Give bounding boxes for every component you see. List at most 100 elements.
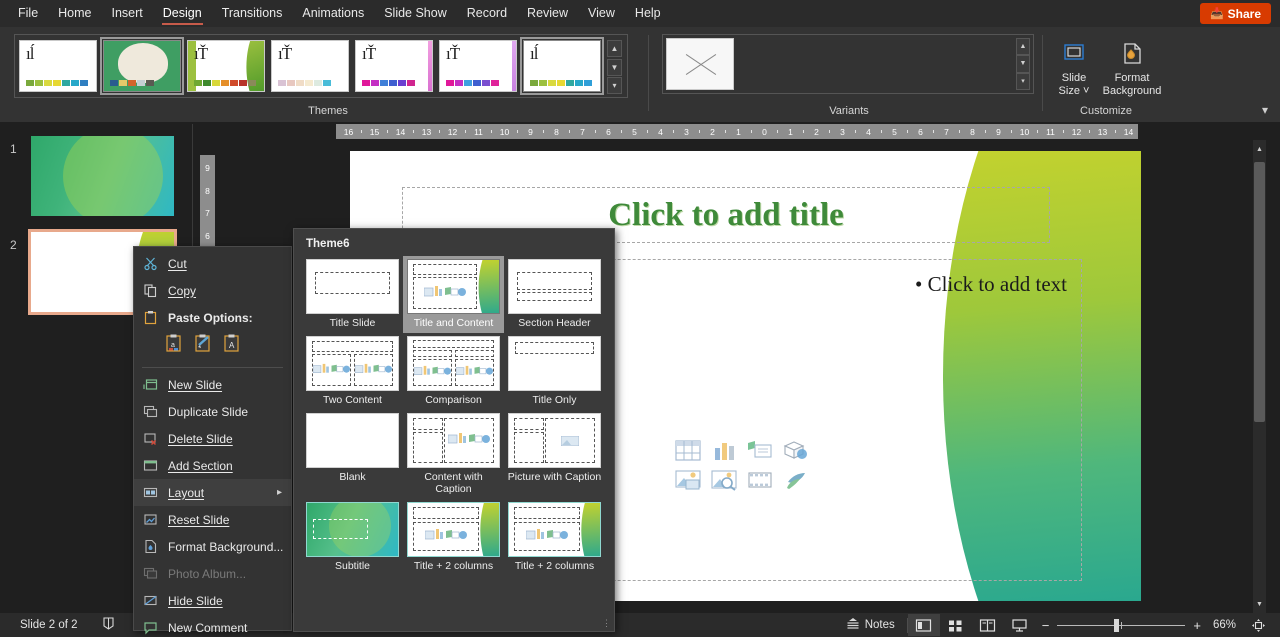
theme-thumb-0[interactable]: ıĺ	[19, 40, 97, 92]
menu-item-insert[interactable]: Insert	[102, 2, 153, 25]
accessibility-indicator[interactable]	[90, 613, 127, 637]
variants-scroll-down-icon[interactable]: ▼	[1016, 55, 1030, 72]
fit-to-window-button[interactable]	[1242, 614, 1274, 636]
smartart-icon[interactable]	[743, 436, 777, 464]
zoom-level-label[interactable]: 66%	[1207, 613, 1242, 637]
context-menu-item-add-section[interactable]: Add Section	[134, 452, 291, 479]
layout-option-subtitle[interactable]: Subtitle	[302, 499, 403, 576]
context-menu-item-new-comment[interactable]: New Comment	[134, 614, 291, 637]
table-icon[interactable]	[671, 436, 705, 464]
variants-gallery-scroll[interactable]: ▲ ▼ ▾	[1016, 38, 1030, 90]
menu-item-record[interactable]: Record	[457, 2, 517, 25]
layout-option-title-2col[interactable]: Title + 2 columns	[403, 499, 504, 576]
canvas-scroll-up-icon[interactable]: ▲	[1253, 142, 1266, 156]
menu-item-design[interactable]: Design	[153, 2, 212, 25]
context-menu-item-layout[interactable]: Layout ▸	[134, 479, 291, 506]
context-menu-item-cut[interactable]: Cut	[134, 250, 291, 277]
paste-text-only-icon[interactable]: A	[223, 333, 242, 358]
slide-size-button[interactable]: Slide Size ˅	[1048, 36, 1100, 97]
layout-option-section-header[interactable]: Section Header	[504, 256, 605, 333]
customize-group-label: Customize	[1042, 105, 1170, 117]
layout-option-content-caption[interactable]: Content with Caption	[403, 410, 504, 499]
canvas-scrollbar[interactable]: ▲ ▼	[1253, 140, 1266, 613]
chart-icon[interactable]	[707, 436, 741, 464]
share-button[interactable]: 📥 Share	[1200, 3, 1271, 24]
resize-grip-icon[interactable]: ⋮	[602, 618, 611, 629]
layout-option-title-only[interactable]: Title Only	[504, 333, 605, 410]
menu-item-view[interactable]: View	[578, 2, 625, 25]
variants-more-icon[interactable]: ▾	[1016, 73, 1030, 90]
menu-item-animations[interactable]: Animations	[292, 2, 374, 25]
theme-thumb-2[interactable]: ıŤ	[187, 40, 265, 92]
slide-thumbnail-1[interactable]: 1	[0, 136, 193, 216]
context-menu-item-copy[interactable]: Copy	[134, 277, 291, 304]
canvas-scroll-down-icon[interactable]: ▼	[1253, 597, 1266, 611]
slide-context-menu[interactable]: Cut Copy Paste Options: a A	[133, 246, 292, 631]
normal-view-button[interactable]	[908, 614, 940, 636]
context-menu-item-hide-slide[interactable]: Hide Slide	[134, 587, 291, 614]
zoom-slider-track[interactable]	[1057, 625, 1185, 626]
reading-view-button[interactable]	[972, 614, 1004, 636]
context-menu-item-reset-slide[interactable]: Reset Slide	[134, 506, 291, 533]
theme-thumb-1[interactable]	[103, 40, 181, 92]
collapse-ribbon-icon[interactable]: ▾	[1262, 103, 1268, 117]
context-menu-item-format-background[interactable]: Format Background...	[134, 533, 291, 560]
layout-option-picture-caption[interactable]: Picture with Caption	[504, 410, 605, 499]
menu-item-review[interactable]: Review	[517, 2, 578, 25]
variant-thumb-0[interactable]	[666, 38, 734, 90]
slide-show-view-button[interactable]	[1004, 614, 1036, 636]
menu-item-transitions[interactable]: Transitions	[212, 2, 293, 25]
zoom-out-button[interactable]: −	[1042, 618, 1050, 633]
zoom-slider[interactable]: − +	[1042, 618, 1201, 633]
zoom-slider-handle[interactable]	[1114, 619, 1119, 632]
menu-item-file[interactable]: File	[8, 2, 48, 25]
theme-thumb-4[interactable]: ıŤ	[355, 40, 433, 92]
variants-scroll-up-icon[interactable]: ▲	[1016, 38, 1030, 55]
vertical-ruler: 9876	[200, 155, 215, 250]
theme-thumb-3[interactable]: ıŤ	[271, 40, 349, 92]
menu-item-home[interactable]: Home	[48, 2, 101, 25]
canvas-scroll-thumb[interactable]	[1254, 162, 1265, 422]
notes-button[interactable]: Notes	[834, 613, 907, 637]
context-menu-label: New Slide	[168, 378, 222, 392]
layout-option-title-content[interactable]: Title and Content	[403, 256, 504, 333]
zoom-in-button[interactable]: +	[1193, 618, 1201, 633]
layout-option-title-2col[interactable]: Title + 2 columns	[504, 499, 605, 576]
layout-option-blank[interactable]: Blank	[302, 410, 403, 499]
ruler-tick-23: 7	[934, 127, 959, 137]
slide-sorter-view-button[interactable]	[940, 614, 972, 636]
paste-picture-icon[interactable]	[194, 333, 213, 358]
layout-option-two-content[interactable]: Two Content	[302, 333, 403, 410]
layout-icon	[142, 484, 159, 501]
slide-thumb-card-1[interactable]	[31, 136, 174, 216]
slide-count-indicator[interactable]: Slide 2 of 2	[8, 613, 90, 637]
stock-images-icon[interactable]	[707, 466, 741, 494]
context-menu-item-delete-slide[interactable]: Delete Slide	[134, 425, 291, 452]
icons-icon[interactable]	[779, 466, 813, 494]
layout-option-comparison[interactable]: Comparison	[403, 333, 504, 410]
paste-keep-source-icon[interactable]: a	[165, 333, 184, 358]
video-icon[interactable]	[743, 466, 777, 494]
themes-gallery[interactable]: ıĺ ıŤ	[14, 34, 628, 98]
3d-model-icon[interactable]	[779, 436, 813, 464]
gallery-scroll-up-icon[interactable]: ▲	[607, 40, 622, 57]
theme-thumb-6[interactable]: ıĺ	[523, 40, 601, 92]
layout-option-label: Subtitle	[304, 560, 401, 572]
context-menu-item-duplicate-slide[interactable]: Duplicate Slide	[134, 398, 291, 425]
notes-label: Notes	[865, 619, 895, 631]
gallery-more-icon[interactable]: ▾	[607, 77, 622, 94]
theme-graphic	[118, 43, 168, 83]
layout-option-title-slide[interactable]: Title Slide	[302, 256, 403, 333]
layout-gallery-flyout[interactable]: Theme6 Title SlideTitle and ContentSecti…	[293, 228, 615, 632]
menu-item-help[interactable]: Help	[625, 2, 671, 25]
picture-icon[interactable]	[671, 466, 705, 494]
format-background-button[interactable]: Format Background	[1101, 36, 1163, 97]
themes-gallery-scroll[interactable]: ▲ ▼ ▾	[607, 40, 622, 94]
theme-thumb-5[interactable]: ıŤ	[439, 40, 517, 92]
variants-gallery[interactable]: ▲ ▼ ▾	[662, 34, 1034, 94]
theme-swatches	[446, 80, 499, 86]
context-menu-item-new-slide[interactable]: New Slide	[134, 371, 291, 398]
menu-item-slide-show[interactable]: Slide Show	[374, 2, 457, 25]
gallery-scroll-down-icon[interactable]: ▼	[607, 59, 622, 76]
reset-slide-icon	[142, 511, 159, 528]
